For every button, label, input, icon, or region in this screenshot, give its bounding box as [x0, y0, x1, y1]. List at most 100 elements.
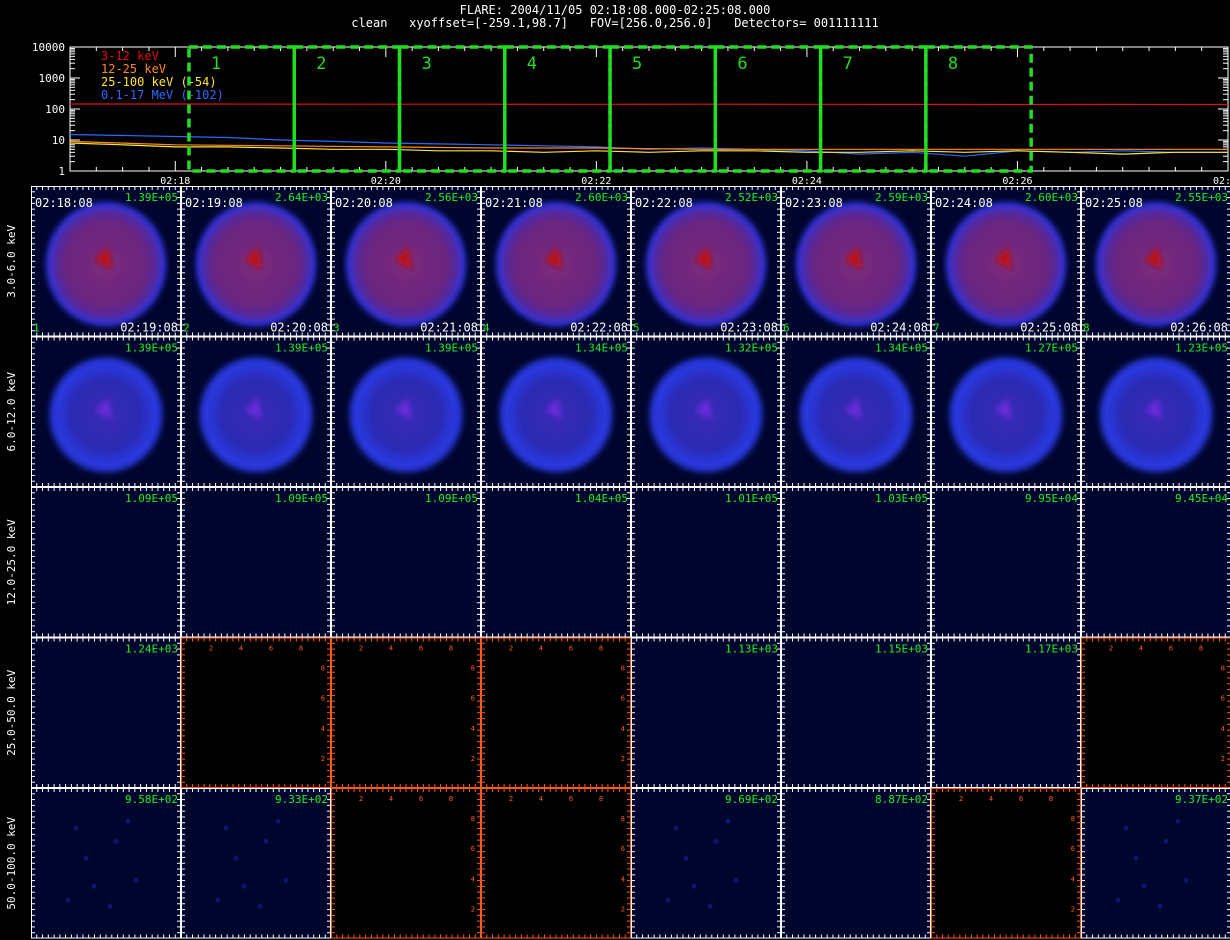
panel-start-time: 02:18:08	[35, 196, 93, 210]
panel-end-time: 02:19:08	[120, 321, 178, 335]
empty-panel-axis-label: 2	[509, 795, 513, 803]
panel-max-value: 1.24E+03	[125, 643, 178, 656]
empty-panel-axis-label: 8	[621, 815, 625, 823]
panel-max-value: 2.52E+03	[725, 191, 778, 204]
image-panel-background	[31, 788, 181, 939]
empty-panel-axis-label: 6	[1169, 645, 1173, 653]
image-panel-background	[31, 637, 181, 788]
empty-panel-axis-label: 6	[419, 645, 423, 653]
legend-entry: 12-25 keV	[101, 62, 166, 76]
panel-max-value: 1.27E+05	[1025, 342, 1078, 355]
empty-panel-axis-label: 2	[509, 645, 513, 653]
empty-panel-axis-label: 8	[599, 645, 603, 653]
image-panel-background	[481, 637, 631, 788]
noise-speckle	[113, 838, 119, 844]
legend-entry: 3-12 keV	[101, 49, 159, 63]
noise-speckle	[133, 877, 139, 883]
noise-speckle	[257, 903, 263, 909]
x-tick-label: 02:24	[792, 176, 822, 186]
image-panel-background	[931, 788, 1081, 939]
panel-index: 2	[183, 322, 190, 335]
energy-band-label: 12.0-25.0 keV	[5, 519, 18, 605]
panel-end-time: 02:21:08	[420, 321, 478, 335]
energy-band-label: 3.0-6.0 keV	[5, 225, 18, 298]
empty-panel-axis-label: 2	[471, 755, 475, 763]
panel-max-value: 2.64E+03	[275, 191, 328, 204]
empty-panel-axis-label: 8	[1071, 815, 1075, 823]
y-tick-label: 10	[52, 134, 65, 147]
noise-speckle	[215, 897, 221, 903]
empty-panel-axis-label: 8	[299, 645, 303, 653]
noise-speckle	[673, 825, 679, 831]
noise-speckle	[233, 855, 239, 861]
panel-max-value: 1.39E+05	[125, 342, 178, 355]
empty-panel-axis-label: 4	[471, 725, 475, 733]
series-line	[70, 103, 1229, 106]
image-panel-background	[781, 788, 931, 939]
y-tick-label: 10000	[32, 41, 65, 54]
empty-panel-axis-label: 2	[359, 795, 363, 803]
empty-panel-axis-label: 2	[209, 645, 213, 653]
noise-speckle	[691, 883, 697, 889]
panel-start-time: 02:22:08	[635, 196, 693, 210]
plot-header-line-2: clean xyoffset=[-259.1,98.7] FOV=[256.0,…	[351, 16, 879, 30]
panel-start-time: 02:23:08	[785, 196, 843, 210]
empty-panel-axis-label: 2	[621, 905, 625, 913]
panel-index: 4	[483, 322, 490, 335]
time-interval-label: 4	[527, 54, 537, 74]
empty-panel-axis-label: 4	[321, 725, 325, 733]
time-interval-label: 5	[632, 54, 642, 74]
panel-start-time: 02:20:08	[335, 196, 393, 210]
noise-speckle	[1175, 818, 1181, 824]
legend-entry: 0.1-17 MeV (-102)	[101, 88, 224, 102]
noise-speckle	[707, 903, 713, 909]
noise-speckle	[73, 825, 79, 831]
time-interval-label: 8	[948, 54, 958, 74]
noise-speckle	[65, 897, 71, 903]
panel-end-time: 02:25:08	[1020, 321, 1078, 335]
empty-panel-axis-label: 8	[1221, 665, 1225, 673]
image-panel-background	[481, 487, 631, 638]
panel-max-value: 1.09E+05	[275, 492, 328, 505]
energy-band-label: 50.0-100.0 keV	[5, 817, 18, 910]
panel-max-value: 1.04E+05	[575, 492, 628, 505]
panel-index: 5	[633, 322, 640, 335]
panel-start-time: 02:25:08	[1085, 196, 1143, 210]
panel-start-time: 02:19:08	[185, 196, 243, 210]
x-tick-label: 02:28	[1213, 176, 1230, 186]
image-panel-background	[181, 788, 331, 939]
image-panel-background	[331, 487, 481, 638]
empty-panel-axis-label: 6	[1221, 695, 1225, 703]
time-interval-label: 2	[316, 54, 326, 74]
image-panel-background	[781, 487, 931, 638]
noise-speckle	[263, 838, 269, 844]
noise-speckle	[665, 897, 671, 903]
empty-panel-axis-label: 4	[1221, 725, 1225, 733]
panel-max-value: 1.09E+05	[425, 492, 478, 505]
panel-max-value: 1.34E+05	[575, 342, 628, 355]
empty-panel-axis-label: 2	[1221, 755, 1225, 763]
panel-max-value: 1.32E+05	[725, 342, 778, 355]
image-panel-background	[931, 637, 1081, 788]
panel-max-value: 1.01E+05	[725, 492, 778, 505]
panel-max-value: 9.95E+04	[1025, 492, 1078, 505]
y-tick-label: 1000	[39, 72, 66, 85]
empty-panel-axis-label: 2	[471, 905, 475, 913]
plot-header-line-1: FLARE: 2004/11/05 02:18:08.000-02:25:08.…	[459, 3, 771, 17]
panel-max-value: 1.34E+05	[875, 342, 928, 355]
x-tick-label: 02:18	[160, 176, 190, 186]
empty-panel-axis-label: 6	[1019, 795, 1023, 803]
energy-band-label: 25.0-50.0 keV	[5, 669, 18, 755]
panel-index: 7	[933, 322, 940, 335]
empty-panel-axis-label: 6	[471, 845, 475, 853]
image-panel-background	[781, 637, 931, 788]
empty-panel-axis-label: 8	[449, 795, 453, 803]
image-panel-background	[1081, 788, 1230, 939]
empty-panel-axis-label: 6	[471, 695, 475, 703]
panel-max-value: 1.13E+03	[725, 643, 778, 656]
noise-speckle	[1183, 877, 1189, 883]
y-tick-label: 100	[45, 103, 65, 116]
empty-panel-axis-label: 2	[959, 795, 963, 803]
panel-max-value: 9.45E+04	[1175, 492, 1228, 505]
panel-end-time: 02:26:08	[1170, 321, 1228, 335]
